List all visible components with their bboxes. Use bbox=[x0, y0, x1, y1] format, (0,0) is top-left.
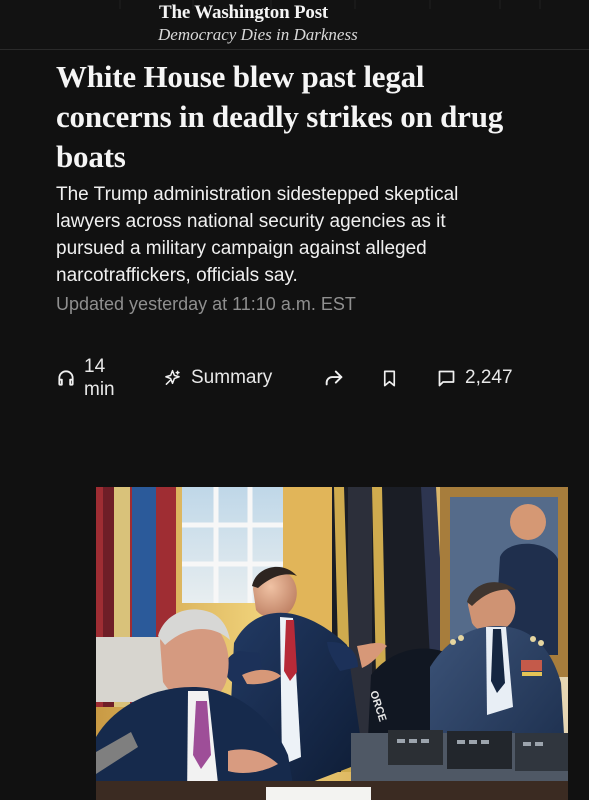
article-dek: The Trump administration sidestepped ske… bbox=[56, 184, 459, 286]
comments-button[interactable]: 2,247 bbox=[436, 366, 513, 390]
comment-icon bbox=[438, 370, 455, 386]
article-updated-time: Updated yesterday at 11:10 a.m. EST bbox=[56, 294, 356, 314]
officer-star-4 bbox=[538, 640, 544, 646]
share-button[interactable] bbox=[323, 366, 345, 390]
officer-ribbon-bar bbox=[521, 660, 542, 671]
listen-unit: min bbox=[84, 379, 115, 400]
washington-post-logo[interactable]: The Washington Post bbox=[159, 2, 328, 24]
officer-star-2 bbox=[458, 635, 464, 641]
officer-star-1 bbox=[450, 639, 456, 645]
comment-count: 2,247 bbox=[465, 367, 513, 388]
site-header: The Washington Post Democracy Dies in Da… bbox=[0, 0, 589, 50]
desk-phone-center bbox=[447, 731, 512, 769]
save-button[interactable] bbox=[380, 366, 399, 390]
bookmark-icon bbox=[383, 370, 396, 386]
article-headline: White House blew past legal concerns in … bbox=[56, 59, 504, 174]
portrait-face bbox=[510, 504, 546, 540]
listen-button[interactable]: 14 min bbox=[56, 350, 144, 406]
oval-office-photo: ORCE bbox=[96, 487, 568, 800]
sparkle-icon bbox=[165, 369, 180, 385]
lead-image[interactable]: ORCE bbox=[96, 487, 568, 800]
papers-on-desk bbox=[266, 787, 371, 800]
article-page: The Washington Post Democracy Dies in Da… bbox=[0, 0, 589, 800]
summary-label: Summary bbox=[191, 367, 273, 388]
officer-ribbon-detail bbox=[522, 672, 542, 676]
listen-minutes: 14 bbox=[84, 356, 106, 377]
desk-phone-right bbox=[515, 733, 568, 771]
headphones-icon bbox=[58, 370, 74, 386]
summary-button[interactable]: Summary bbox=[162, 366, 272, 390]
article-action-bar: 14 min Summary 2,247 bbox=[56, 350, 526, 406]
site-tagline: Democracy Dies in Darkness bbox=[158, 25, 358, 44]
officer-star-3 bbox=[530, 636, 536, 642]
desk-phone-left bbox=[388, 730, 443, 765]
share-icon bbox=[325, 370, 343, 386]
listen-duration: 14 min bbox=[84, 355, 115, 401]
